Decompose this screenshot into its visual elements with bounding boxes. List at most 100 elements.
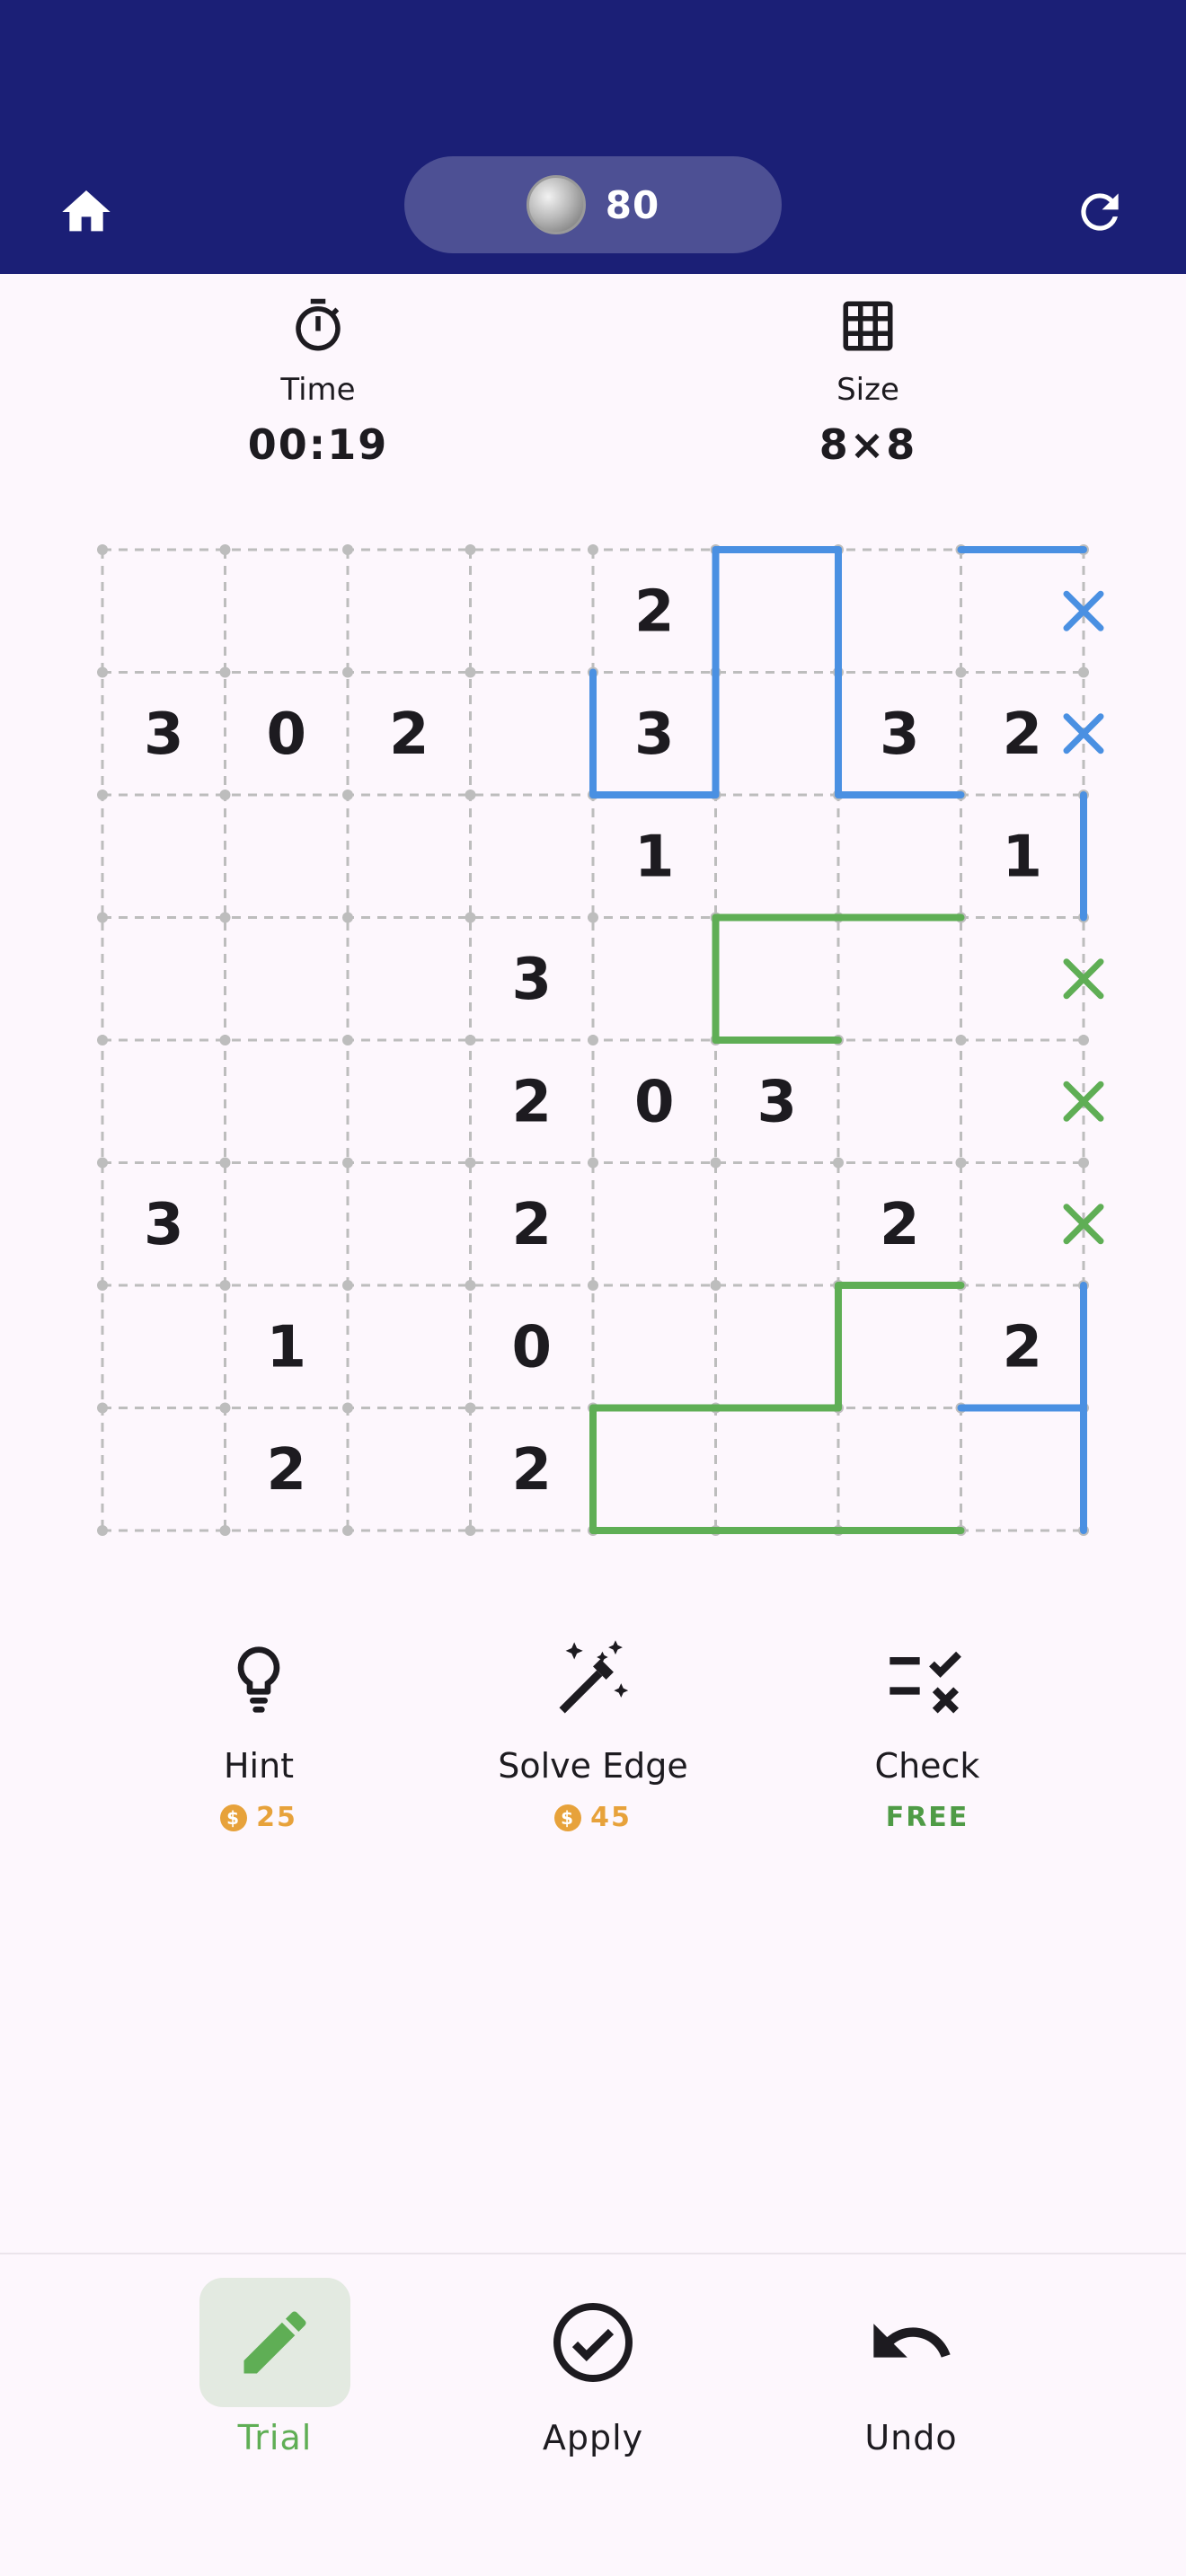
grid-dot[interactable] <box>342 1157 353 1169</box>
grid-dot[interactable] <box>833 1157 844 1169</box>
grid-dot[interactable] <box>955 1035 967 1045</box>
grid-dot[interactable] <box>1078 1035 1089 1045</box>
cell-clue: 0 <box>634 1069 675 1135</box>
grid-dot[interactable] <box>465 1035 476 1045</box>
grid-dot[interactable] <box>588 1035 598 1045</box>
undo-icon-wrap <box>836 2278 987 2407</box>
grid-dot[interactable] <box>588 544 598 555</box>
grid-dot[interactable] <box>342 666 353 678</box>
nav-apply[interactable]: Apply <box>485 2278 701 2457</box>
cell-clue: 3 <box>144 701 184 768</box>
puzzle-grid[interactable]: 2 3 0 2 3 3 2 1 1 3 2 0 3 3 2 2 1 0 2 2 2 <box>81 530 1114 1554</box>
grid-dot[interactable] <box>1078 666 1089 678</box>
grid-dot[interactable] <box>97 1402 108 1414</box>
grid-dot[interactable] <box>97 1035 108 1045</box>
grid-dot[interactable] <box>219 912 231 923</box>
grid-dot[interactable] <box>219 1280 231 1291</box>
grid-dot[interactable] <box>342 790 353 800</box>
cell-clue: 1 <box>1002 824 1042 890</box>
solve-edge-cost: $ 45 <box>554 1802 632 1833</box>
grid-dot[interactable] <box>219 1402 231 1414</box>
coin-icon <box>526 175 586 234</box>
grid-dot[interactable] <box>465 790 476 800</box>
check-label: Check <box>874 1746 980 1786</box>
size-label: Size <box>836 372 899 408</box>
size-stat: Size 8×8 <box>733 296 1003 469</box>
cell-clue: 3 <box>880 701 920 768</box>
checklist-icon <box>882 1635 972 1725</box>
grid-dot[interactable] <box>219 790 231 800</box>
time-stat: Time 00:19 <box>183 296 453 469</box>
grid-dot[interactable] <box>97 912 108 923</box>
grid-dot[interactable] <box>465 666 476 678</box>
cell-clue: 2 <box>511 1437 552 1504</box>
grid-dot[interactable] <box>219 666 231 678</box>
cell-clue: 2 <box>880 1192 920 1258</box>
apply-label: Apply <box>542 2418 644 2457</box>
grid-dot[interactable] <box>219 1525 231 1536</box>
grid-dot[interactable] <box>342 912 353 923</box>
undo-icon <box>873 2324 951 2358</box>
cell-clue: 1 <box>266 1314 306 1381</box>
cell-clue: 3 <box>144 1192 184 1258</box>
stopwatch-icon <box>296 298 341 351</box>
grid-dot[interactable] <box>342 1402 353 1414</box>
magic-wand-icon <box>548 1635 638 1725</box>
grid-dot[interactable] <box>710 1157 721 1169</box>
grid-dot[interactable] <box>465 544 476 555</box>
grid-dot[interactable] <box>465 1280 476 1291</box>
undo-label: Undo <box>864 2418 958 2457</box>
dollar-coin-icon: $ <box>220 1804 248 1831</box>
grid-dot[interactable] <box>342 1280 353 1291</box>
bottom-navigation: Trial Apply Undo <box>0 2253 1186 2576</box>
grid-dot[interactable] <box>342 1525 353 1536</box>
grid-dot[interactable] <box>219 544 231 555</box>
solve-edge-label: Solve Edge <box>498 1746 688 1786</box>
grid-dot[interactable] <box>97 544 108 555</box>
grid-dot[interactable] <box>97 666 108 678</box>
grid-dot[interactable] <box>97 1157 108 1169</box>
nav-trial[interactable]: Trial <box>167 2278 383 2457</box>
grid-dot[interactable] <box>465 912 476 923</box>
grid-dot[interactable] <box>97 1280 108 1291</box>
grid-dot[interactable] <box>588 1280 598 1291</box>
grid-dot[interactable] <box>342 1035 353 1045</box>
trial-indicator <box>199 2278 350 2407</box>
home-icon <box>62 190 111 232</box>
top-app-bar: 80 <box>0 0 1186 274</box>
grid-dot[interactable] <box>465 1157 476 1169</box>
grid-dot[interactable] <box>97 1525 108 1536</box>
home-button[interactable] <box>50 176 122 248</box>
grid-dot[interactable] <box>710 1280 721 1291</box>
hint-button[interactable]: Hint $ 25 <box>124 1635 394 1833</box>
nav-undo[interactable]: Undo <box>803 2278 1019 2457</box>
solve-edge-cost-value: 45 <box>590 1802 632 1833</box>
grid-dot[interactable] <box>465 1525 476 1536</box>
dollar-coin-icon: $ <box>554 1804 582 1831</box>
grid-dot[interactable] <box>1078 1157 1089 1169</box>
cell-clue: 0 <box>511 1314 552 1381</box>
lightbulb-icon <box>214 1635 304 1725</box>
grid-dot[interactable] <box>588 912 598 923</box>
check-circle-icon <box>553 2303 633 2382</box>
puzzle-board[interactable]: 2 3 0 2 3 3 2 1 1 3 2 0 3 3 2 2 1 0 2 2 2 <box>81 530 1114 1554</box>
time-value: 00:19 <box>247 420 389 469</box>
size-value: 8×8 <box>819 420 917 469</box>
refresh-button[interactable] <box>1064 176 1136 248</box>
grid-dot[interactable] <box>342 544 353 555</box>
grid-icon <box>843 301 893 351</box>
grid-dot[interactable] <box>955 1157 967 1169</box>
time-label: Time <box>280 372 356 408</box>
grid-dot[interactable] <box>219 1157 231 1169</box>
cell-clue: 2 <box>511 1192 552 1258</box>
grid-dot[interactable] <box>97 790 108 800</box>
cell-clue: 0 <box>266 701 306 768</box>
hint-label: Hint <box>223 1746 295 1786</box>
grid-dot[interactable] <box>588 1157 598 1169</box>
solve-edge-button[interactable]: Solve Edge $ 45 <box>458 1635 728 1833</box>
check-button[interactable]: Check FREE <box>792 1635 1062 1833</box>
grid-dot[interactable] <box>219 1035 231 1045</box>
grid-dot[interactable] <box>465 1402 476 1414</box>
apply-icon-wrap <box>518 2278 668 2407</box>
grid-dot[interactable] <box>955 666 967 678</box>
